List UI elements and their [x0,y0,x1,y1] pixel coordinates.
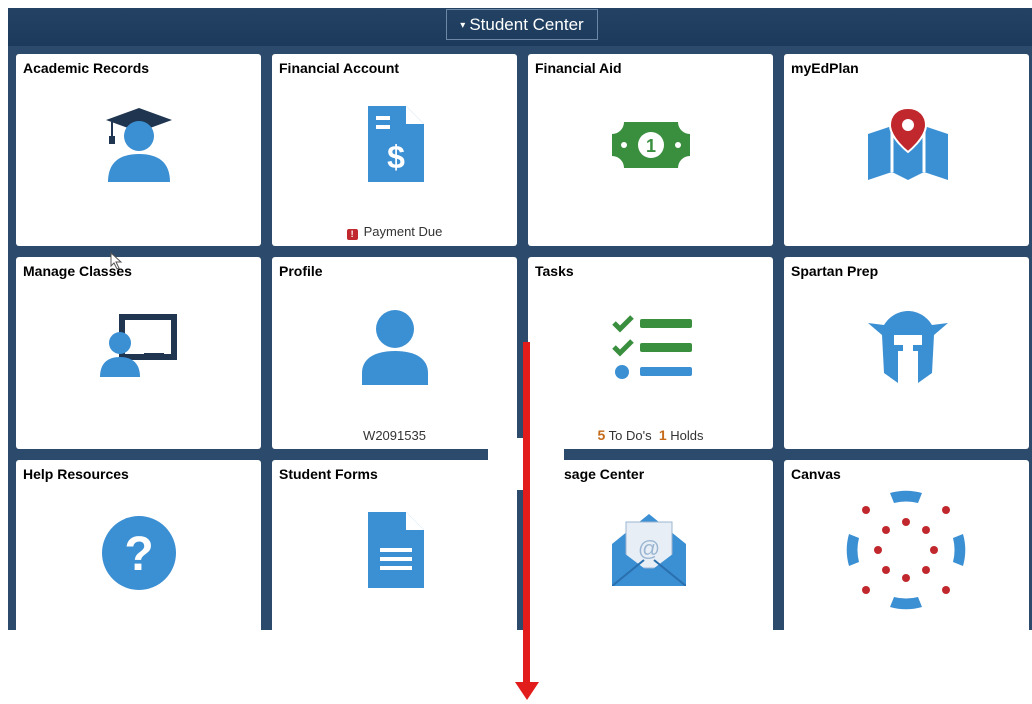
question-icon: ? [102,516,176,590]
tile-message-center[interactable]: sage Center @ [496,460,773,630]
tile-title: Canvas [791,466,841,482]
tile-title: Tasks [535,263,574,279]
tile-profile[interactable]: Profile W2091535 [272,257,517,449]
scroll-arrow-shaft [523,342,530,684]
document-icon [368,512,424,588]
svg-text:1: 1 [646,136,656,156]
tile-help-resources[interactable]: Help Resources ? [16,460,261,630]
student-center-dropdown[interactable]: ▾ Student Center [446,9,598,40]
student-center-homepage: ▾ Student Center Academic Records Financi… [8,8,1032,630]
scroll-arrow-head-icon [515,682,539,700]
holds-label: Holds [670,428,704,443]
tile-canvas[interactable]: Canvas [784,460,1029,630]
svg-text:@: @ [638,536,660,561]
header-title: Student Center [469,15,584,34]
payment-due-status[interactable]: ! Payment Due [272,224,517,240]
tile-title: Academic Records [23,60,150,76]
tile-title: Profile [279,263,323,279]
todo-label: To Do's [608,428,652,443]
tile-title: Help Resources [23,466,129,482]
tile-financial-aid[interactable]: Financial Aid 1 [528,54,773,246]
tile-title: sage Center [564,466,645,482]
tile-title: Spartan Prep [791,263,879,279]
user-icon [362,310,428,385]
money-bill-icon: 1 [612,122,690,168]
tile-title: Financial Account [279,60,400,76]
tile-academic-records[interactable]: Academic Records [16,54,261,246]
tile-manage-classes[interactable]: Manage Classes [16,257,261,449]
holds-count: 1 [658,427,667,443]
spartan-helmet-icon [868,311,948,383]
payment-due-label: Payment Due [363,224,443,239]
svg-text:?: ? [124,528,153,581]
canvas-logo-icon [846,490,966,610]
tile-student-forms[interactable]: Student Forms [272,460,517,630]
alert-icon: ! [346,229,358,240]
map-pin-icon [868,108,948,180]
caret-down-icon: ▾ [460,20,466,31]
todo-count: 5 [597,427,606,443]
envelope-icon: @ [612,514,686,586]
tile-title: myEdPlan [791,60,859,76]
tile-tasks[interactable]: Tasks 5 To Do's 1 Holds [528,257,773,449]
header-bar: ▾ Student Center [8,8,1032,46]
tile-financial-account[interactable]: Financial Account $ ! Payment Due [272,54,517,246]
graduate-icon [106,108,172,182]
svg-text:$: $ [387,139,405,175]
student-id: W2091535 [363,428,426,443]
tile-spartan-prep[interactable]: Spartan Prep [784,257,1029,449]
checklist-icon [612,315,692,379]
mouse-cursor-icon [110,252,123,270]
tile-title: Financial Aid [535,60,622,76]
classroom-icon [100,314,177,377]
tasks-summary[interactable]: 5 To Do's 1 Holds [528,427,773,443]
invoice-dollar-icon: $ [368,106,424,182]
tile-myedplan[interactable]: myEdPlan [784,54,1029,246]
tile-title: Student Forms [279,466,378,482]
